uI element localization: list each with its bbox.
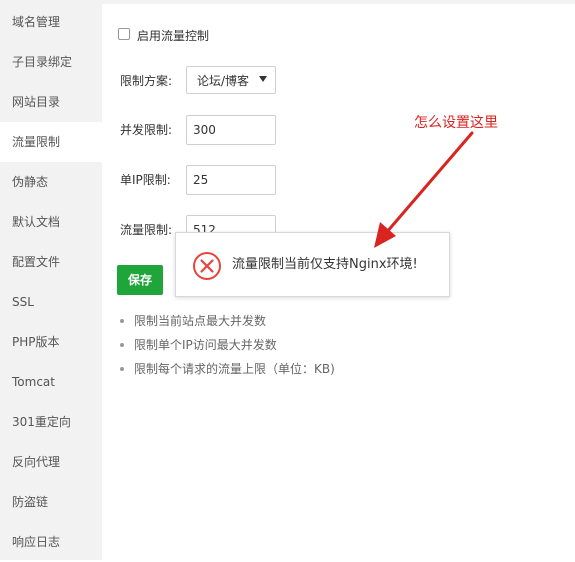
sidebar-item-proxy[interactable]: 反向代理 <box>0 442 102 482</box>
sidebar-item-site-dir[interactable]: 网站目录 <box>0 82 102 122</box>
sidebar-item-tomcat[interactable]: Tomcat <box>0 362 102 402</box>
enable-traffic-checkbox[interactable] <box>118 28 130 40</box>
sidebar-item-default-doc[interactable]: 默认文档 <box>0 202 102 242</box>
sidebar-item-subdir[interactable]: 子目录绑定 <box>0 42 102 82</box>
concurrency-label: 并发限制: <box>120 123 173 137</box>
per-ip-input[interactable] <box>186 165 276 195</box>
tips-list: 限制当前站点最大并发数 限制单个IP访问最大并发数 限制每个请求的流量上限（单位… <box>120 313 335 385</box>
traffic-label: 流量限制: <box>120 223 173 237</box>
enable-traffic-label: 启用流量控制 <box>137 29 210 43</box>
scheme-select[interactable]: 论坛/博客 <box>186 66 276 94</box>
caret-down-icon <box>259 76 267 82</box>
sidebar-item-redirect[interactable]: 301重定向 <box>0 402 102 442</box>
tip-item: 限制每个请求的流量上限（单位：KB) <box>120 361 335 385</box>
sidebar-item-config[interactable]: 配置文件 <box>0 242 102 282</box>
toast-message: 流量限制当前仅支持Nginx环境! <box>232 257 418 272</box>
sidebar-item-hotlink[interactable]: 防盗链 <box>0 482 102 522</box>
sidebar: 域名管理 子目录绑定 网站目录 流量限制 伪静态 默认文档 配置文件 SSL P… <box>0 0 102 560</box>
error-circle-icon <box>193 252 221 280</box>
sidebar-item-traffic-limit[interactable]: 流量限制 <box>0 122 102 162</box>
scheme-selected-value: 论坛/博客 <box>197 74 250 88</box>
tip-item: 限制单个IP访问最大并发数 <box>120 337 335 361</box>
sidebar-item-rewrite[interactable]: 伪静态 <box>0 162 102 202</box>
save-button[interactable]: 保存 <box>117 265 163 295</box>
sidebar-item-domain[interactable]: 域名管理 <box>0 2 102 42</box>
sidebar-item-log[interactable]: 响应日志 <box>0 522 102 562</box>
scheme-label: 限制方案: <box>120 74 173 88</box>
sidebar-item-php[interactable]: PHP版本 <box>0 322 102 362</box>
sidebar-item-ssl[interactable]: SSL <box>0 282 102 322</box>
annotation-arrow-icon <box>374 131 474 248</box>
tip-item: 限制当前站点最大并发数 <box>120 313 335 337</box>
concurrency-input[interactable] <box>186 115 276 145</box>
top-divider <box>102 0 575 4</box>
per-ip-label: 单IP限制: <box>120 173 171 187</box>
